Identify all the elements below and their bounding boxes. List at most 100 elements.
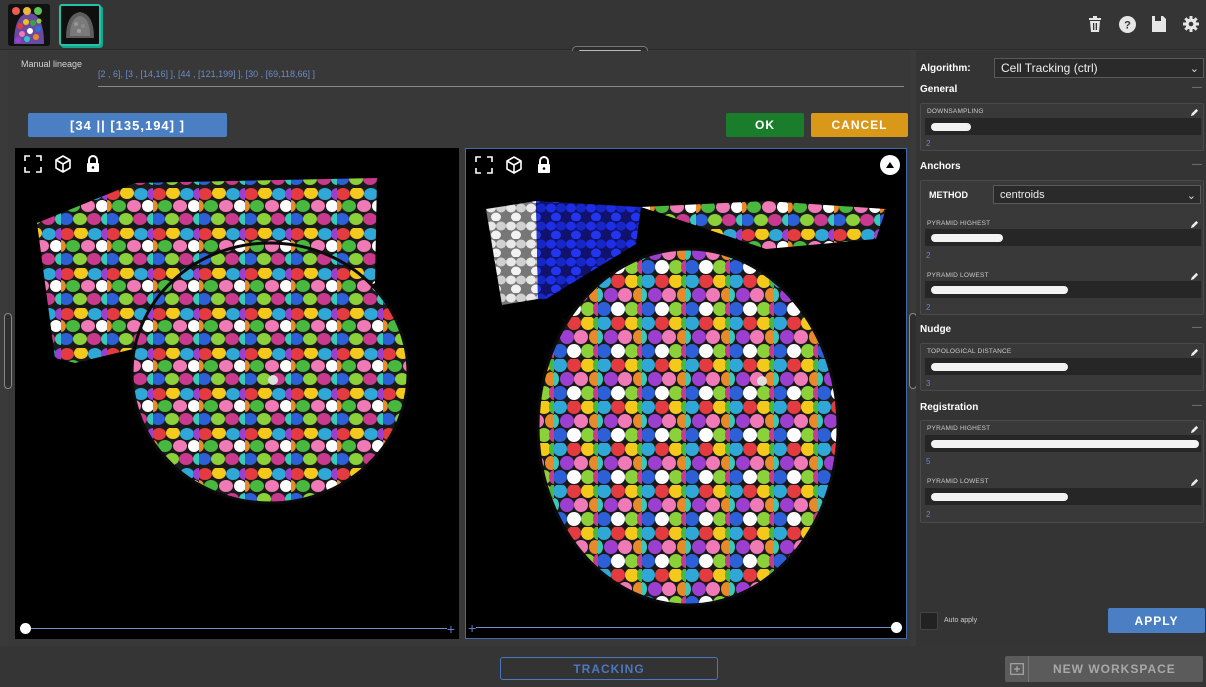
main-area: Manual lineage [2 , 6], [3 , [14,16] ], …: [8, 51, 911, 646]
lock-icon[interactable]: [83, 154, 103, 174]
right-3d-viewer[interactable]: +: [465, 148, 907, 639]
registration-pyramid-highest-value: 5: [926, 457, 931, 466]
edit-pencil-icon[interactable]: [1190, 348, 1199, 357]
trash-icon[interactable]: [1086, 15, 1104, 33]
chevron-down-icon: ⌄: [1186, 190, 1196, 202]
fullscreen-icon[interactable]: [23, 154, 43, 174]
section-general[interactable]: General: [920, 84, 957, 95]
app-window: ? Manual lineage [2 , 6], [3 , [14,16] ]…: [0, 0, 1206, 687]
cancel-button[interactable]: CANCEL: [811, 113, 908, 137]
collapse-anchors-icon[interactable]: —: [1192, 159, 1202, 170]
topological-distance-fill: [931, 363, 1068, 371]
anchors-pyramid-highest-slider[interactable]: [925, 229, 1201, 246]
anchors-pyramid-lowest-value: 2: [926, 303, 931, 312]
registration-pyramid-lowest-fill: [931, 493, 1068, 501]
collapse-up-icon[interactable]: [880, 155, 900, 175]
edit-pencil-icon[interactable]: [1190, 478, 1199, 487]
edit-pencil-icon[interactable]: [1190, 108, 1199, 117]
collapse-registration-icon[interactable]: —: [1192, 400, 1202, 411]
section-anchors[interactable]: Anchors: [920, 161, 961, 172]
right-viewer-toolbar: [474, 155, 554, 175]
nudge-card: TOPOLOGICAL DISTANCE 3: [920, 343, 1204, 391]
workspace-thumbnail-2[interactable]: [59, 4, 101, 46]
fullscreen-icon[interactable]: [474, 155, 494, 175]
save-icon[interactable]: [1150, 15, 1168, 33]
anchors-pyramid-lowest-label: PYRAMID LOWEST: [927, 272, 989, 279]
auto-apply-checkbox[interactable]: [920, 612, 938, 630]
left-3d-viewer[interactable]: +: [15, 148, 459, 639]
segmented-embryo-left: [37, 178, 410, 505]
algorithm-label: Algorithm:: [920, 63, 971, 74]
right-slider-add-icon[interactable]: +: [468, 621, 476, 635]
chevron-down-icon: ⌄: [1189, 63, 1199, 75]
algorithm-value: Cell Tracking (ctrl): [1001, 61, 1098, 75]
anchors-pyramid-highest-label: PYRAMID HIGHEST: [927, 220, 991, 227]
method-label: METHOD: [929, 190, 968, 200]
left-slider-handle[interactable]: [20, 623, 31, 634]
maximize-dot-icon[interactable]: [34, 7, 42, 15]
downsampling-fill: [931, 123, 972, 131]
anchors-card: METHOD centroids ⌄ PYRAMID HIGHEST 2 PYR…: [920, 180, 1204, 315]
ok-button[interactable]: OK: [726, 113, 804, 137]
downsampling-label: DOWNSAMPLING: [927, 108, 984, 115]
manual-lineage-label: Manual lineage: [21, 59, 83, 69]
anchors-pyramid-highest-fill: [931, 234, 1004, 242]
topological-distance-label: TOPOLOGICAL DISTANCE: [927, 348, 1012, 355]
new-workspace-label: NEW WORKSPACE: [1053, 662, 1176, 676]
workspace-thumbnail-1[interactable]: [8, 4, 50, 46]
edit-pencil-icon[interactable]: [1190, 272, 1199, 281]
new-workspace-icon: [1005, 656, 1029, 682]
segmented-embryo-right: [486, 201, 886, 607]
svg-text:?: ?: [1124, 19, 1131, 31]
algorithm-select[interactable]: Cell Tracking (ctrl) ⌄: [994, 58, 1204, 78]
right-time-slider[interactable]: [476, 627, 894, 628]
registration-card: PYRAMID HIGHEST 5 PYRAMID LOWEST 2: [920, 420, 1204, 523]
left-time-slider[interactable]: [25, 628, 447, 629]
right-slider-handle[interactable]: [891, 622, 902, 633]
embryo-gray-thumbnail-image: [61, 6, 99, 44]
manual-lineage-input[interactable]: [2 , 6], [3 , [14,16] ], [44 , [121,199]…: [98, 69, 315, 79]
topological-distance-slider[interactable]: [925, 358, 1201, 375]
downsampling-value: 2: [926, 139, 931, 148]
new-workspace-button[interactable]: NEW WORKSPACE: [1005, 656, 1203, 682]
collapse-nudge-icon[interactable]: —: [1192, 322, 1202, 333]
lock-icon[interactable]: [534, 155, 554, 175]
minimize-dot-icon[interactable]: [23, 7, 31, 15]
left-viewer-toolbar: [23, 154, 103, 174]
selection-button[interactable]: [34 || [135,194] ]: [28, 113, 227, 137]
window-controls: [12, 7, 42, 15]
apply-button[interactable]: APPLY: [1108, 608, 1205, 633]
registration-pyramid-lowest-slider[interactable]: [925, 488, 1201, 505]
downsampling-slider[interactable]: [925, 118, 1201, 135]
edit-pencil-icon[interactable]: [1190, 220, 1199, 229]
method-value: centroids: [1000, 188, 1045, 201]
cube-icon[interactable]: [504, 155, 524, 175]
anchors-pyramid-lowest-slider[interactable]: [925, 281, 1201, 298]
close-dot-icon[interactable]: [12, 7, 20, 15]
left-slider-add-icon[interactable]: +: [447, 622, 455, 636]
edit-pencil-icon[interactable]: [1190, 425, 1199, 434]
registration-pyramid-lowest-label: PYRAMID LOWEST: [927, 478, 989, 485]
cube-icon[interactable]: [53, 154, 73, 174]
method-select[interactable]: centroids ⌄: [993, 185, 1201, 204]
downsampling-card: DOWNSAMPLING 2: [920, 103, 1204, 151]
auto-apply-label: Auto apply: [944, 617, 978, 624]
algorithm-panel: Algorithm: Cell Tracking (ctrl) ⌄ Genera…: [916, 51, 1206, 646]
topological-distance-value: 3: [926, 379, 931, 388]
section-registration[interactable]: Registration: [920, 402, 978, 413]
collapse-general-icon[interactable]: —: [1192, 82, 1202, 93]
bottom-bar: TRACKING NEW WORKSPACE: [0, 646, 1206, 687]
lineage-underline: [98, 86, 904, 87]
section-nudge[interactable]: Nudge: [920, 324, 951, 335]
registration-pyramid-highest-fill: [931, 440, 1199, 448]
tracking-tab-button[interactable]: TRACKING: [500, 657, 718, 680]
top-toolbar: ?: [1086, 15, 1200, 33]
help-icon[interactable]: ?: [1118, 15, 1136, 33]
settings-icon[interactable]: [1182, 15, 1200, 33]
registration-pyramid-highest-slider[interactable]: [925, 435, 1201, 452]
anchors-pyramid-lowest-fill: [931, 286, 1068, 294]
registration-pyramid-highest-label: PYRAMID HIGHEST: [927, 425, 991, 432]
registration-pyramid-lowest-value: 2: [926, 510, 931, 519]
top-bar: ?: [0, 0, 1206, 50]
left-resize-handle[interactable]: [4, 313, 12, 389]
